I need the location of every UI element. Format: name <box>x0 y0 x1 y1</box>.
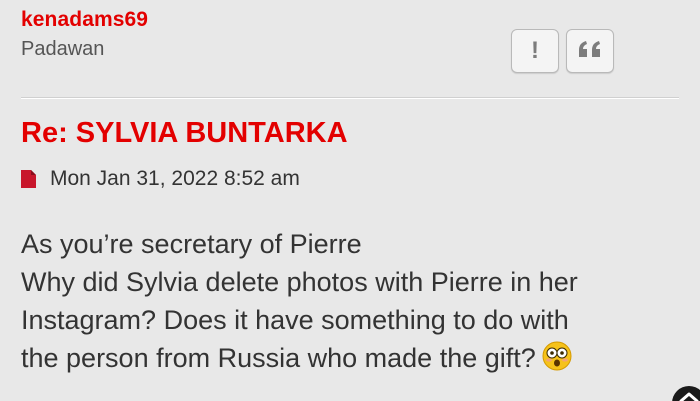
post-timestamp: Mon Jan 31, 2022 8:52 am <box>50 167 300 190</box>
post-content: As you’re secretary of Pierre Why did Sy… <box>21 225 686 377</box>
forum-post: kenadams69 Padawan ! Re: SYLVIA BUNTARKA… <box>0 0 700 401</box>
report-button[interactable]: ! <box>511 29 559 73</box>
exclamation-icon: ! <box>531 37 539 64</box>
post-content-line: Why did Sylvia delete photos with Pierre… <box>21 267 578 297</box>
post-content-line: Instagram? Does it have something to do … <box>21 305 569 335</box>
chevron-up-icon <box>679 392 699 401</box>
post-content-line: the person from Russia who made the gift… <box>21 343 536 373</box>
quote-icon <box>577 39 603 64</box>
post-content-last-line: the person from Russia who made the gift… <box>21 339 686 377</box>
quote-button[interactable] <box>566 29 614 73</box>
header-divider <box>21 97 679 99</box>
flushed-face-icon <box>542 341 572 371</box>
scroll-to-top-button[interactable] <box>672 386 700 401</box>
post-content-line: As you’re secretary of Pierre <box>21 229 362 259</box>
post-author-username[interactable]: kenadams69 <box>21 8 148 32</box>
post-title[interactable]: Re: SYLVIA BUNTARKA <box>21 117 348 150</box>
post-file-icon[interactable] <box>21 170 36 188</box>
post-author-rank: Padawan <box>21 38 105 60</box>
post-meta: Mon Jan 31, 2022 8:52 am <box>21 167 300 191</box>
